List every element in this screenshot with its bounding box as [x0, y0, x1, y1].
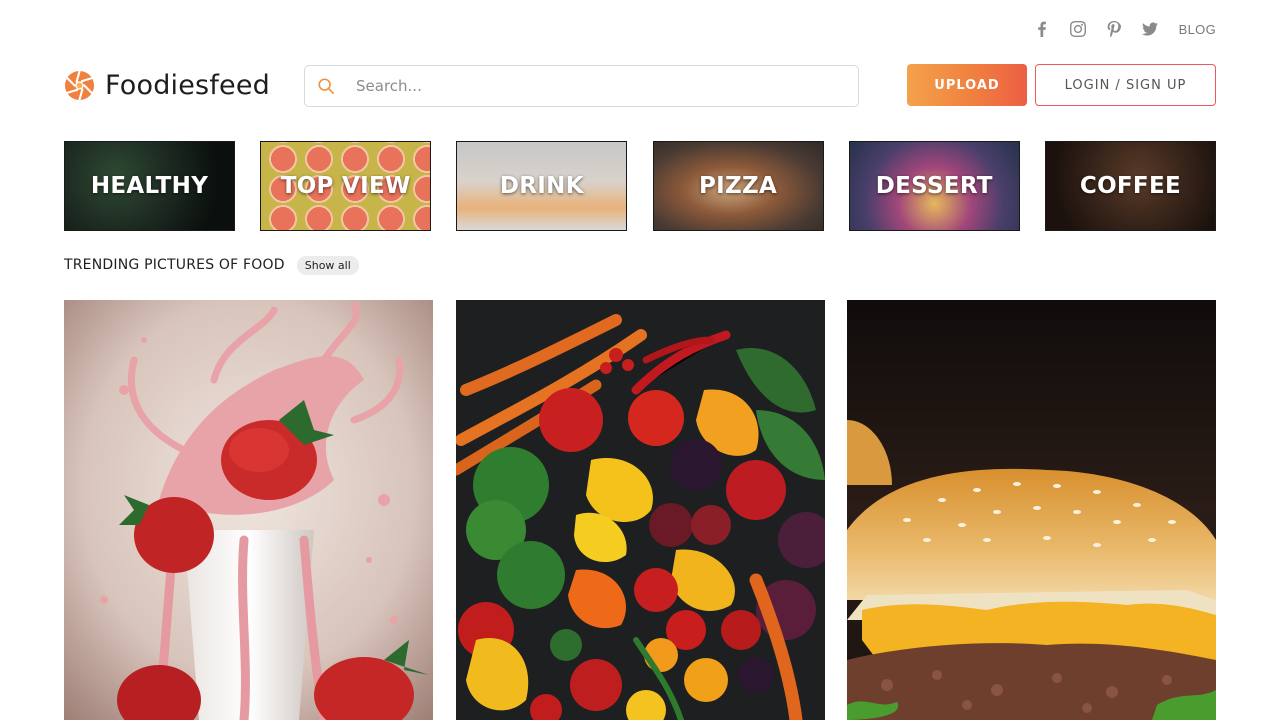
- facebook-icon[interactable]: [1033, 20, 1051, 38]
- social-bar: BLOG: [1033, 18, 1216, 40]
- category-label: PIZZA: [699, 173, 778, 199]
- trending-title: TRENDING PICTURES OF FOOD: [64, 257, 285, 273]
- vegetables-photo[interactable]: [455, 300, 825, 720]
- category-dessert[interactable]: DESSERT: [848, 141, 1020, 231]
- search-icon: [305, 66, 347, 106]
- burger-photo[interactable]: [847, 300, 1216, 720]
- logo[interactable]: Foodiesfeed: [64, 70, 270, 101]
- instagram-icon[interactable]: [1069, 20, 1087, 38]
- category-strip: HEALTHY TOP VIEW DRINK PIZZA DESSERT COF…: [64, 141, 1216, 231]
- category-pizza[interactable]: PIZZA: [652, 141, 824, 231]
- category-top-view[interactable]: TOP VIEW: [260, 141, 432, 231]
- category-label: HEALTHY: [90, 173, 209, 199]
- search-bar[interactable]: [304, 65, 859, 107]
- category-coffee[interactable]: COFFEE: [1044, 141, 1216, 231]
- photo-grid: [64, 300, 1216, 720]
- login-signup-button[interactable]: LOGIN / SIGN UP: [1035, 64, 1216, 106]
- category-label: DESSERT: [875, 173, 993, 199]
- category-label: DRINK: [499, 173, 584, 199]
- category-label: TOP VIEW: [280, 173, 411, 199]
- logo-text: Foodiesfeed: [105, 70, 270, 101]
- aperture-logo-icon: [64, 70, 95, 101]
- upload-button[interactable]: UPLOAD: [907, 64, 1027, 106]
- twitter-icon[interactable]: [1141, 20, 1159, 38]
- show-all-button[interactable]: Show all: [296, 255, 359, 275]
- strawberry-milkshake-photo[interactable]: [64, 300, 433, 720]
- pinterest-icon[interactable]: [1105, 20, 1123, 38]
- category-drink[interactable]: DRINK: [456, 141, 628, 231]
- blog-link[interactable]: BLOG: [1179, 22, 1216, 37]
- category-healthy[interactable]: HEALTHY: [64, 141, 235, 231]
- trending-header: TRENDING PICTURES OF FOOD Show all: [64, 255, 359, 275]
- search-input[interactable]: [356, 77, 836, 95]
- category-label: COFFEE: [1079, 173, 1181, 199]
